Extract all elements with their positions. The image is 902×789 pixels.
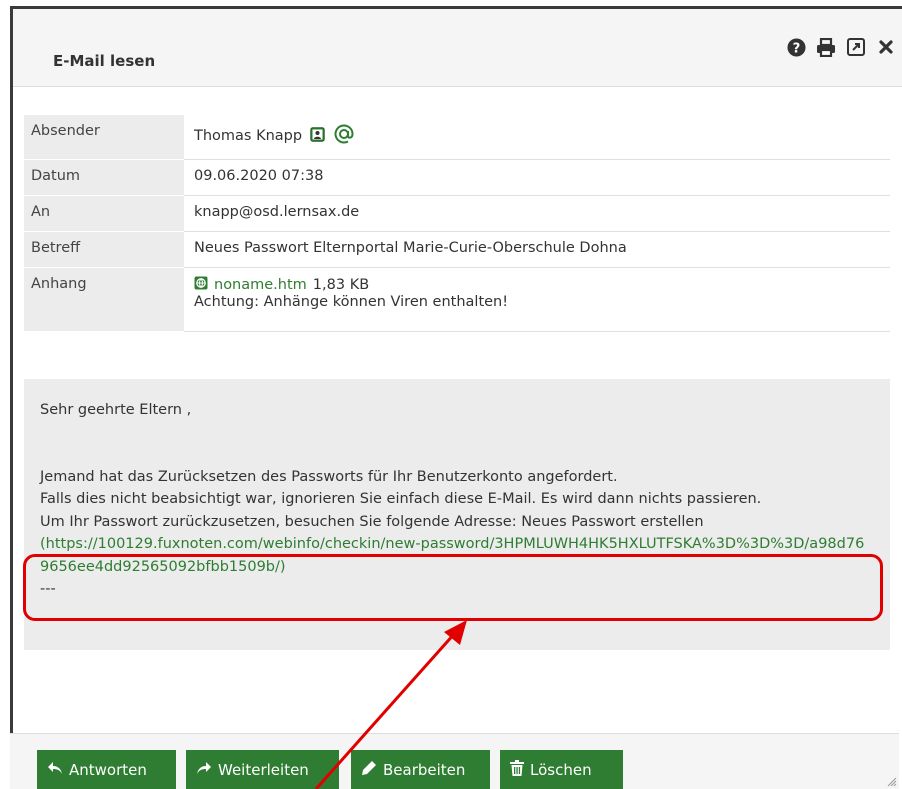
window-title: E-Mail lesen [53, 52, 156, 70]
svg-text:?: ? [792, 41, 800, 56]
attachment-warning: Achtung: Anhänge können Viren enthalten! [194, 293, 509, 310]
meta-row-attachment: Anhang noname.htm 1,83 KB Achtung: Anhän… [24, 267, 890, 332]
sender-name: Thomas Knapp [194, 128, 303, 144]
attachment-size: 1,83 KB [312, 276, 370, 293]
reset-password-link[interactable]: (https://100129.fuxnoten.com/webinfo/che… [40, 536, 864, 575]
signature-text: --- [40, 581, 56, 597]
attachment-link[interactable]: noname.htm [214, 277, 307, 293]
email-at-icon[interactable] [333, 123, 355, 149]
to-label: An [24, 195, 184, 232]
meta-row-date: Datum 09.06.2020 07:38 [24, 159, 890, 196]
meta-row-sender: Absender Thomas Knapp [24, 115, 890, 160]
help-icon[interactable]: ? [786, 37, 806, 57]
close-icon[interactable] [876, 37, 896, 57]
greeting-text: Sehr geehrte Eltern , [40, 402, 192, 418]
meta-row-subject: Betreff Neues Passwort Elternportal Mari… [24, 231, 890, 268]
meta-row-to: An knapp@osd.lernsax.de [24, 195, 890, 232]
window-toolbar: ? [786, 37, 896, 57]
email-meta-table: Absender Thomas Knapp Datum 09.06.2020 0… [24, 115, 890, 332]
open-external-icon[interactable] [846, 37, 866, 57]
subject-value: Neues Passwort Elternportal Marie-Curie-… [184, 231, 890, 268]
contact-card-icon[interactable] [310, 126, 325, 146]
subject-label: Betreff [24, 231, 184, 268]
attachment-label: Anhang [24, 267, 184, 332]
print-icon[interactable] [816, 37, 836, 57]
body-line-1: Jemand hat das Zurücksetzen des Passwort… [40, 468, 618, 485]
body-line-2: Falls dies nicht beabsichtigt war, ignor… [40, 491, 762, 507]
window-titlebar: E-Mail lesen ? [13, 9, 902, 87]
email-body: Sehr geehrte Eltern , Jemand hat das Zur… [24, 379, 890, 650]
date-label: Datum [24, 159, 184, 196]
to-value: knapp@osd.lernsax.de [184, 195, 890, 232]
web-file-icon [194, 276, 208, 294]
date-value: 09.06.2020 07:38 [184, 159, 890, 196]
body-line-3: Um Ihr Passwort zurückzusetzen, besuchen… [40, 513, 704, 530]
sender-label: Absender [24, 115, 184, 160]
